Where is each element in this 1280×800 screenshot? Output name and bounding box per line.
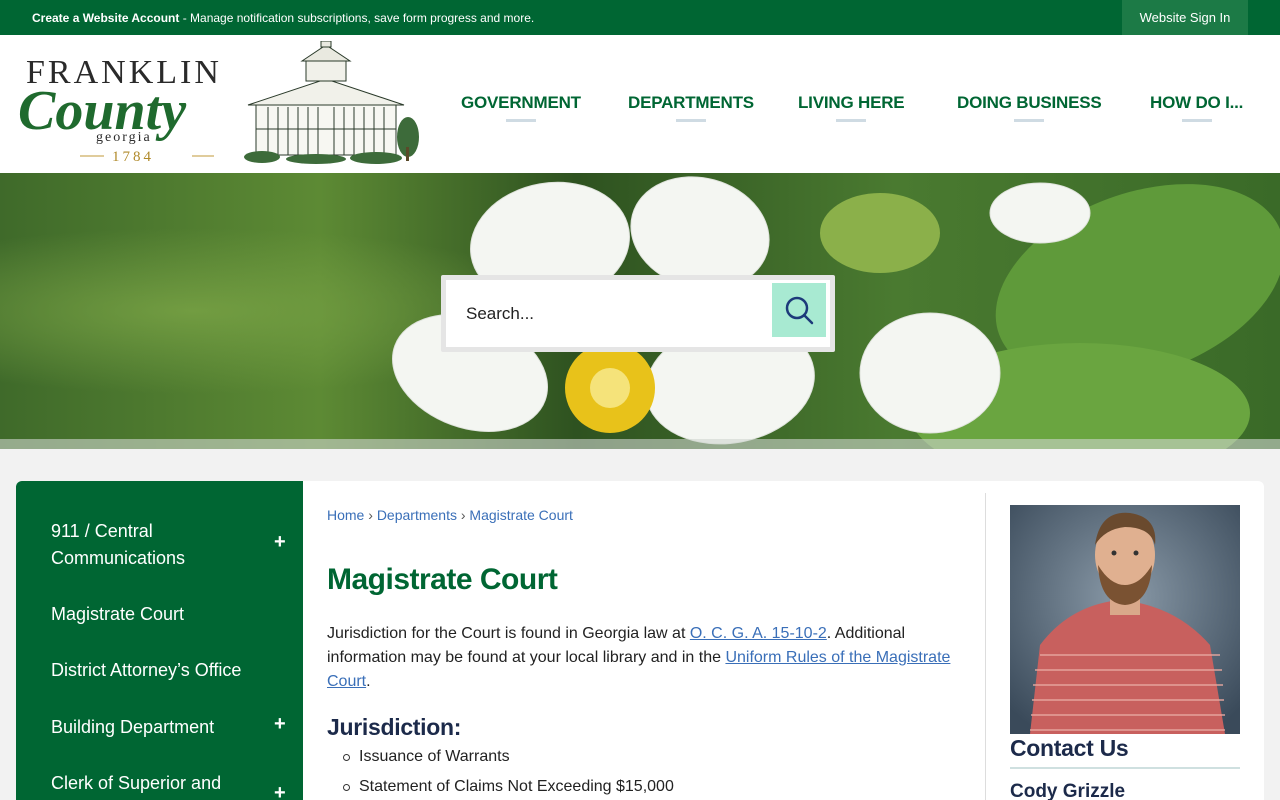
search-button[interactable] — [772, 283, 826, 337]
top-notification-bar: Create a Website Account - Manage notifi… — [0, 0, 1280, 35]
intro-text-3: . — [366, 673, 371, 690]
logo-georgia-text: georgia — [96, 130, 152, 145]
website-sign-in-button[interactable]: Website Sign In — [1122, 0, 1248, 35]
intro-text-1: Jurisdiction for the Court is found in G… — [327, 625, 690, 642]
list-item: Statement of Claims Not Exceeding $15,00… — [343, 776, 674, 800]
breadcrumb-departments[interactable]: Departments — [377, 507, 457, 523]
search-container — [441, 275, 835, 352]
account-notice: Create a Website Account - Manage notifi… — [32, 11, 534, 25]
logo-year-text: 1784 — [112, 149, 154, 165]
breadcrumb-home[interactable]: Home — [327, 507, 364, 523]
nav-government[interactable]: GOVERNMENT — [461, 93, 581, 122]
department-sidebar: 911 / Central Communications + Magistrat… — [16, 481, 303, 800]
franklin-county-logo[interactable]: FRANKLIN County georgia 1784 — [16, 40, 421, 167]
nav-how-do-i-label: HOW DO I... — [1150, 93, 1244, 112]
sidebar-item-district-attorney[interactable]: District Attorney’s Office — [51, 657, 281, 684]
jurisdiction-list: Issuance of Warrants Statement of Claims… — [343, 746, 674, 800]
breadcrumb-separator: › — [460, 507, 466, 523]
courthouse-illustration: FRANKLIN County georgia 1784 — [18, 40, 419, 165]
contact-divider — [1010, 767, 1240, 769]
nav-departments-label: DEPARTMENTS — [628, 93, 754, 112]
column-divider — [985, 493, 986, 800]
breadcrumb-magistrate-court[interactable]: Magistrate Court — [469, 507, 572, 523]
page-title: Magistrate Court — [327, 563, 558, 596]
create-account-link[interactable]: Create a Website Account — [32, 11, 179, 25]
nav-departments[interactable]: DEPARTMENTS — [628, 93, 754, 122]
sidebar-item-building-department[interactable]: Building Department — [51, 714, 281, 741]
contact-name: Cody Grizzle — [1010, 781, 1126, 800]
sidebar-item-magistrate-court[interactable]: Magistrate Court — [51, 601, 281, 628]
contact-portrait-image — [1010, 505, 1240, 734]
contact-photo — [1010, 505, 1240, 734]
hero-banner — [0, 173, 1280, 449]
ocga-link[interactable]: O. C. G. A. 15-10-2 — [690, 625, 827, 642]
sidebar-item-911-central-communications[interactable]: 911 / Central Communications — [51, 518, 281, 572]
breadcrumb: Home › Departments › Magistrate Court — [327, 507, 573, 523]
jurisdiction-heading: Jurisdiction: — [327, 714, 462, 740]
expand-building-department[interactable]: + — [274, 713, 286, 736]
nav-how-do-i[interactable]: HOW DO I... — [1150, 93, 1244, 122]
nav-doing-business-label: DOING BUSINESS — [957, 93, 1102, 112]
nav-living-here[interactable]: LIVING HERE — [798, 93, 905, 122]
search-input[interactable] — [446, 280, 766, 347]
expand-911-central-communications[interactable]: + — [274, 531, 286, 554]
site-header: FRANKLIN County georgia 1784 GOVERNMENT … — [0, 35, 1280, 173]
nav-government-label: GOVERNMENT — [461, 93, 581, 112]
contact-us-heading: Contact Us — [1010, 735, 1129, 761]
breadcrumb-separator: › — [368, 507, 373, 523]
main-navigation: GOVERNMENT DEPARTMENTS LIVING HERE DOING… — [440, 93, 1260, 123]
search-icon — [785, 296, 814, 325]
account-notice-text: - Manage notification subscriptions, sav… — [179, 11, 535, 25]
list-item: Issuance of Warrants — [343, 746, 674, 776]
sidebar-item-clerk-of-superior[interactable]: Clerk of Superior and — [51, 770, 281, 797]
content-card: 911 / Central Communications + Magistrat… — [16, 481, 1264, 800]
expand-clerk-of-superior[interactable]: + — [274, 782, 286, 800]
nav-living-here-label: LIVING HERE — [798, 93, 905, 112]
intro-paragraph: Jurisdiction for the Court is found in G… — [327, 622, 967, 694]
nav-doing-business[interactable]: DOING BUSINESS — [957, 93, 1102, 122]
